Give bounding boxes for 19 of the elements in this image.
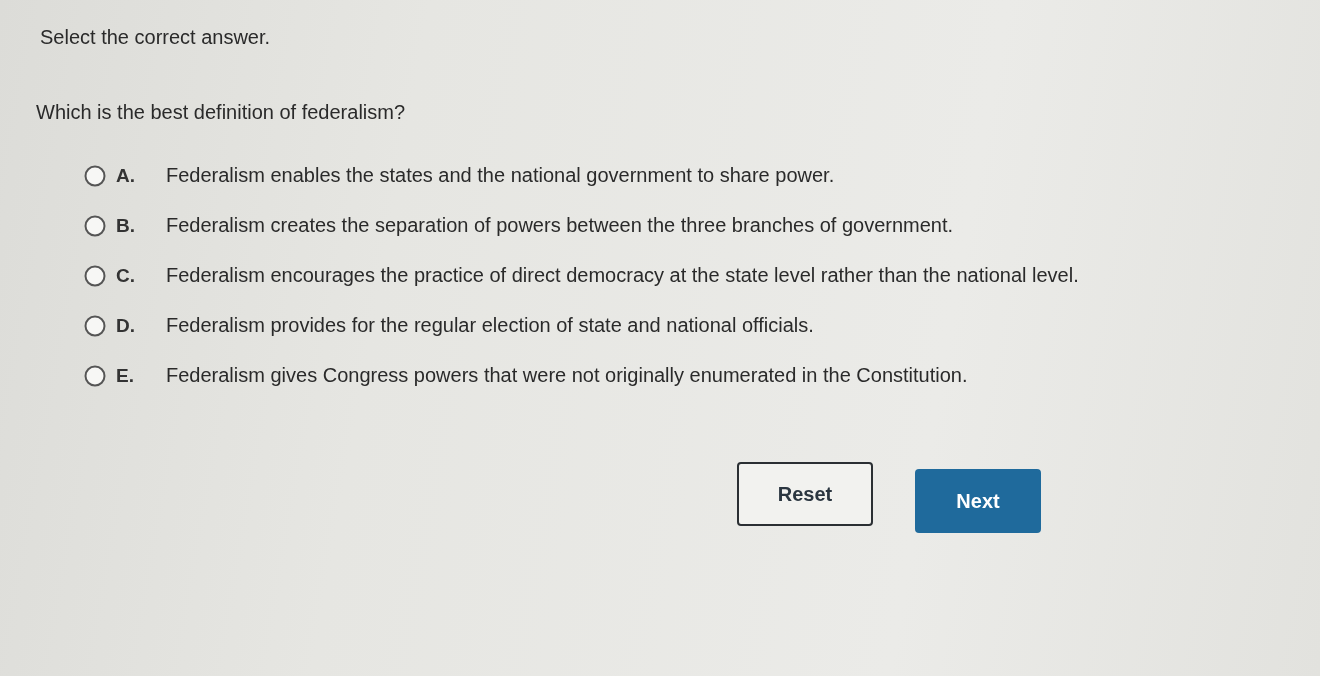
question-text: Which is the best definition of federalism? <box>36 101 407 124</box>
option-letter: C. <box>116 264 136 287</box>
radio-button[interactable] <box>84 264 106 287</box>
reset-button[interactable]: Reset <box>737 462 873 526</box>
option-letter: A. <box>116 164 136 187</box>
radio-button[interactable] <box>84 364 106 387</box>
radio-button[interactable] <box>84 164 106 187</box>
option-letter: B. <box>116 214 136 237</box>
option-letter: E. <box>116 364 135 387</box>
option-text[interactable]: Federalism gives Congress powers that were not originally enumerated in the Constitution. <box>166 364 968 387</box>
radio-button[interactable] <box>84 314 106 337</box>
option-text[interactable]: Federalism encourages the practice of direct democracy at the state level rather than the national level. <box>166 264 1079 287</box>
option-letter: D. <box>116 314 136 337</box>
radio-button[interactable] <box>84 214 106 237</box>
option-text[interactable]: Federalism provides for the regular election of state and national officials. <box>166 314 814 337</box>
option-text[interactable]: Federalism enables the states and the national government to share power. <box>166 164 835 187</box>
instruction-text: Select the correct answer. <box>40 26 272 49</box>
next-button[interactable]: Next <box>915 469 1041 533</box>
option-text[interactable]: Federalism creates the separation of powers between the three branches of government. <box>166 214 954 237</box>
